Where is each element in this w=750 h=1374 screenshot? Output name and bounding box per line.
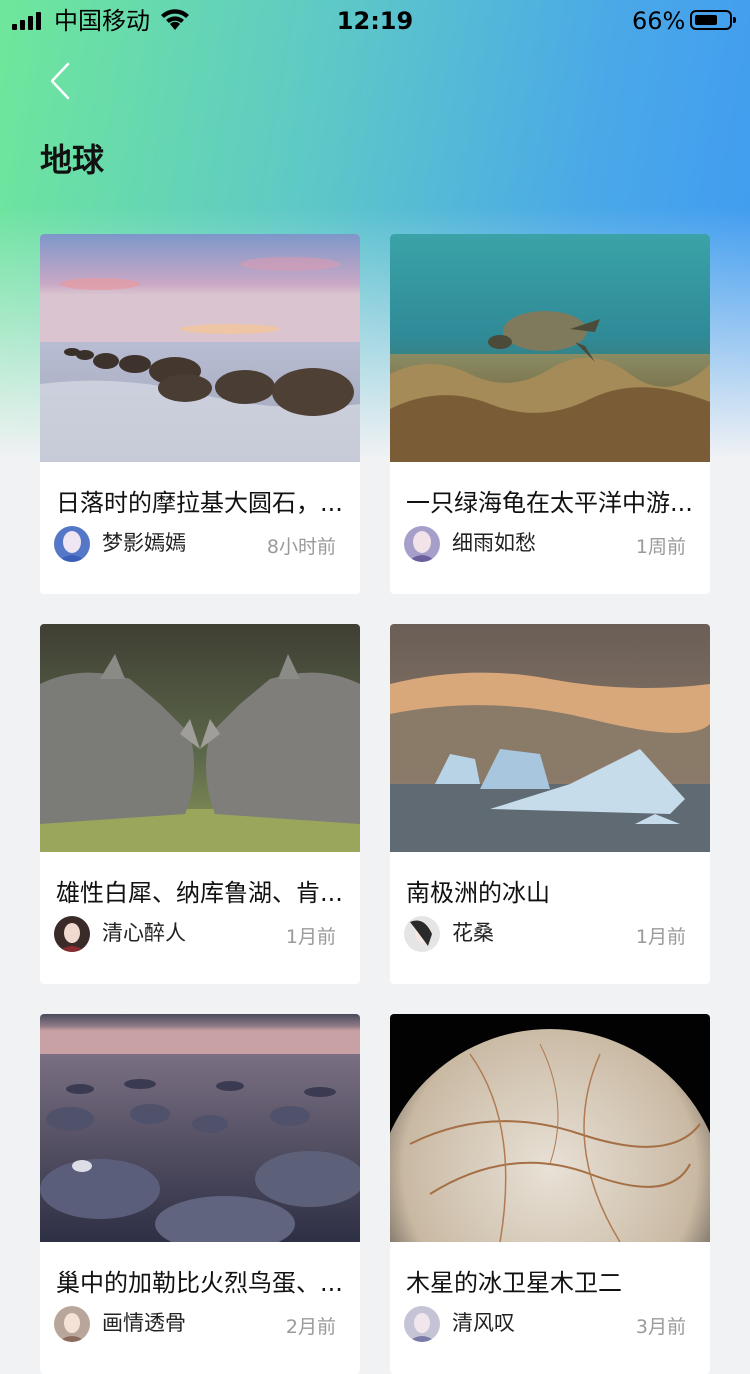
battery-percent: 66% — [632, 7, 686, 35]
article-thumbnail — [390, 624, 710, 852]
article-card[interactable]: 一只绿海龟在太平洋中游... 细雨如愁 1周前 — [390, 234, 710, 594]
author-avatar[interactable] — [54, 916, 90, 952]
article-thumbnail — [40, 234, 360, 462]
article-card[interactable]: 巢中的加勒比火烈鸟蛋、... 画情透骨 2月前 — [40, 1014, 360, 1374]
post-time: 1周前 — [635, 536, 686, 558]
post-time: 1月前 — [635, 926, 686, 948]
article-title: 南极洲的冰山 — [406, 879, 550, 907]
article-thumbnail — [40, 624, 360, 852]
article-thumbnail — [390, 234, 710, 462]
article-title: 巢中的加勒比火烈鸟蛋、... — [56, 1269, 343, 1297]
chevron-left-icon — [50, 62, 70, 100]
page-title: 地球 — [40, 141, 105, 179]
battery-icon — [690, 10, 736, 30]
post-time: 1月前 — [285, 926, 336, 948]
post-time: 3月前 — [635, 1316, 686, 1338]
author-avatar[interactable] — [404, 526, 440, 562]
author-name: 梦影嫣嫣 — [102, 531, 186, 555]
author-name: 清心醉人 — [102, 921, 186, 945]
article-card[interactable]: 雄性白犀、纳库鲁湖、肯... 清心醉人 1月前 — [40, 624, 360, 984]
author-name: 细雨如愁 — [452, 531, 536, 555]
article-thumbnail — [40, 1014, 360, 1242]
article-title: 日落时的摩拉基大圆石，... — [56, 489, 343, 517]
post-time: 8小时前 — [266, 536, 336, 558]
article-title: 一只绿海龟在太平洋中游... — [406, 489, 693, 517]
article-title: 雄性白犀、纳库鲁湖、肯... — [56, 879, 343, 907]
article-thumbnail — [390, 1014, 710, 1242]
author-avatar[interactable] — [54, 1306, 90, 1342]
post-time: 2月前 — [285, 1316, 336, 1338]
article-card[interactable]: 南极洲的冰山 花桑 1月前 — [390, 624, 710, 984]
back-button[interactable] — [36, 56, 86, 106]
article-card[interactable]: 日落时的摩拉基大圆石，... 梦影嫣嫣 8小时前 — [40, 234, 360, 594]
author-name: 花桑 — [452, 921, 494, 945]
article-grid: 日落时的摩拉基大圆石，... 梦影嫣嫣 8小时前 一只绿海龟在太平洋中游... … — [40, 234, 710, 1374]
status-bar: 中国移动 12:19 66% — [0, 0, 750, 40]
author-avatar[interactable] — [54, 526, 90, 562]
author-avatar[interactable] — [404, 1306, 440, 1342]
article-title: 木星的冰卫星木卫二 — [406, 1269, 622, 1297]
article-card[interactable]: 木星的冰卫星木卫二 清风叹 3月前 — [390, 1014, 710, 1374]
author-avatar[interactable] — [404, 916, 440, 952]
